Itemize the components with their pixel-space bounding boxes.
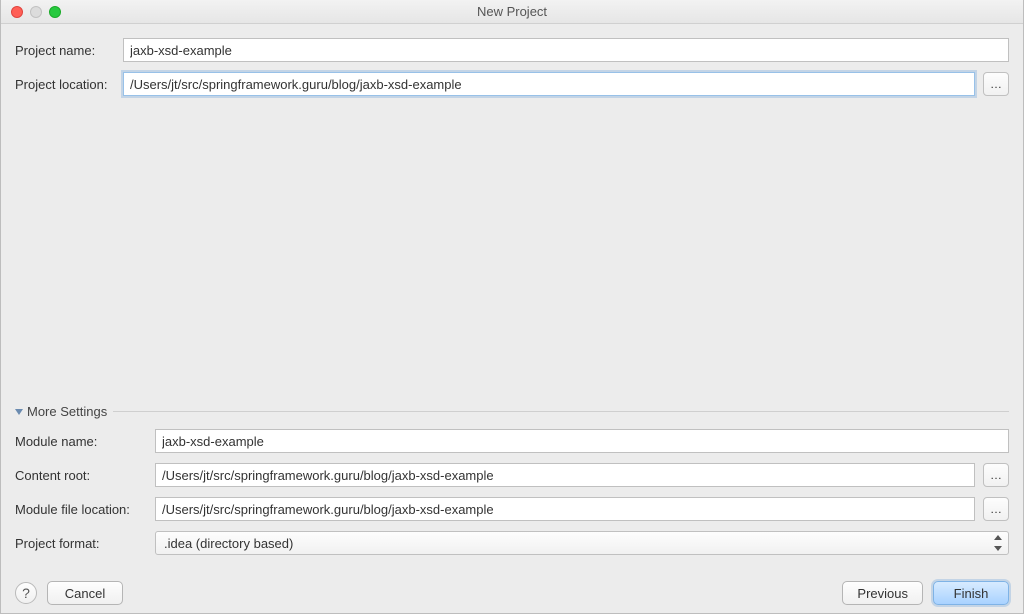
more-settings-header: More Settings bbox=[15, 404, 1009, 419]
content-root-row: Content root: … bbox=[15, 463, 1009, 487]
disclosure-triangle-icon bbox=[15, 409, 23, 415]
more-settings-toggle[interactable]: More Settings bbox=[15, 404, 107, 419]
dialog-footer: ? Cancel Previous Finish bbox=[15, 565, 1009, 605]
content-root-label: Content root: bbox=[15, 468, 147, 483]
module-file-location-input[interactable] bbox=[155, 497, 975, 521]
project-format-label: Project format: bbox=[15, 536, 147, 551]
finish-button[interactable]: Finish bbox=[933, 581, 1009, 605]
more-settings-label: More Settings bbox=[27, 404, 107, 419]
project-location-browse-button[interactable]: … bbox=[983, 72, 1009, 96]
help-icon: ? bbox=[22, 585, 30, 601]
module-name-input[interactable] bbox=[155, 429, 1009, 453]
vertical-spacer bbox=[15, 106, 1009, 400]
project-format-row: Project format: .idea (directory based) bbox=[15, 531, 1009, 555]
project-location-input[interactable] bbox=[123, 72, 975, 96]
project-format-select[interactable]: .idea (directory based) bbox=[155, 531, 1009, 555]
window-title: New Project bbox=[1, 4, 1023, 19]
module-file-location-browse-button[interactable]: … bbox=[983, 497, 1009, 521]
project-location-row: Project location: … bbox=[15, 72, 1009, 96]
module-name-row: Module name: bbox=[15, 429, 1009, 453]
project-name-row: Project name: bbox=[15, 38, 1009, 62]
project-location-label: Project location: bbox=[15, 77, 115, 92]
finish-label: Finish bbox=[954, 586, 989, 601]
zoom-icon[interactable] bbox=[49, 6, 61, 18]
dialog-content: Project name: Project location: … More S… bbox=[1, 24, 1023, 613]
project-name-label: Project name: bbox=[15, 43, 115, 58]
more-settings-panel: Module name: Content root: … Module file… bbox=[15, 429, 1009, 565]
project-name-input[interactable] bbox=[123, 38, 1009, 62]
titlebar: New Project bbox=[1, 0, 1023, 24]
content-root-browse-button[interactable]: … bbox=[983, 463, 1009, 487]
ellipsis-icon: … bbox=[990, 77, 1002, 91]
window-controls bbox=[1, 6, 61, 18]
updown-icon bbox=[993, 535, 1003, 551]
module-file-location-label: Module file location: bbox=[15, 502, 147, 517]
close-icon[interactable] bbox=[11, 6, 23, 18]
module-file-location-row: Module file location: … bbox=[15, 497, 1009, 521]
separator bbox=[113, 411, 1009, 412]
cancel-label: Cancel bbox=[65, 586, 105, 601]
cancel-button[interactable]: Cancel bbox=[47, 581, 123, 605]
content-root-input[interactable] bbox=[155, 463, 975, 487]
new-project-dialog: New Project Project name: Project locati… bbox=[0, 0, 1024, 614]
previous-label: Previous bbox=[857, 586, 908, 601]
project-format-value: .idea (directory based) bbox=[164, 536, 293, 551]
help-button[interactable]: ? bbox=[15, 582, 37, 604]
ellipsis-icon: … bbox=[990, 502, 1002, 516]
module-name-label: Module name: bbox=[15, 434, 147, 449]
ellipsis-icon: … bbox=[990, 468, 1002, 482]
previous-button[interactable]: Previous bbox=[842, 581, 923, 605]
minimize-icon bbox=[30, 6, 42, 18]
